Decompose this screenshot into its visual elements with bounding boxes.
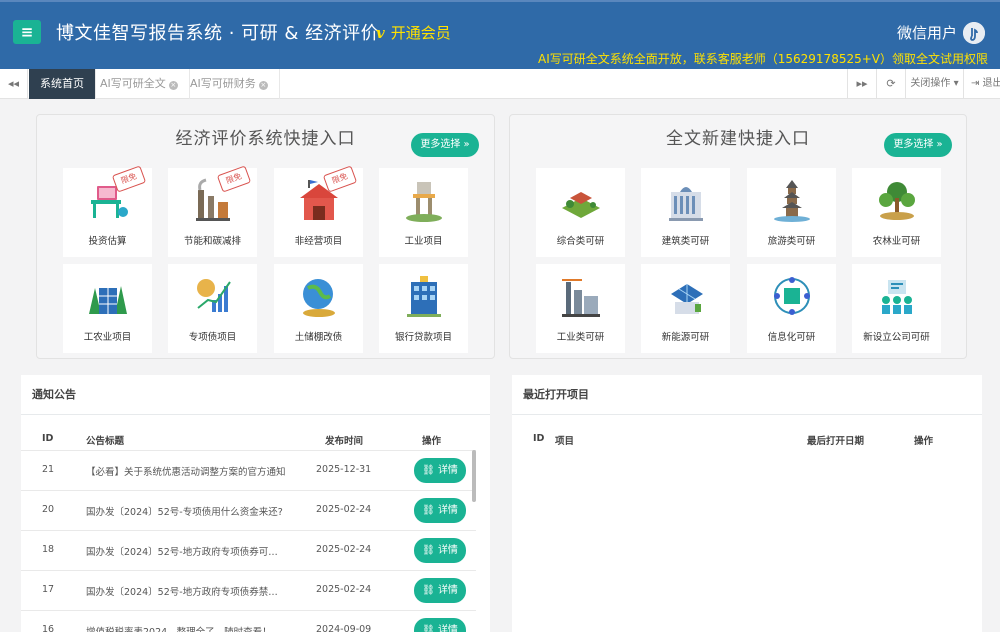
tile-industrial[interactable]: 工业类可研 [536,264,625,353]
agriculture-forestry-icon [879,182,915,220]
industrial-icon [562,279,600,317]
system-title: 博文佳智写报告系统 · 可研 & 经济评价 [56,23,380,44]
close-tab-icon[interactable]: × [168,81,178,90]
open-vip-link[interactable]: v 开通会员 [376,22,451,43]
top-header: ≡ 博文佳智写报告系统 · 可研 & 经济评价 v 开通会员 微信用户 AI写可研… [0,0,1000,69]
detail-button[interactable]: ⛓ 详情 [414,578,466,603]
recent-title: 最近打开项目 [512,375,982,415]
logout-button[interactable]: ⇥ 退出 [963,69,1000,99]
notices-col-date: 发布时间 [325,436,364,447]
tab-scroll-left-icon[interactable]: ◂◂ [0,69,28,99]
tile-comprehensive[interactable]: 综合类可研 [536,168,625,257]
econ-more-button[interactable]: 更多选择 » [411,133,479,157]
land-reserve-icon [303,279,335,317]
tile-special-bond[interactable]: 专项债项目 [168,264,257,353]
notice-title-link[interactable]: 增值税税率表2024，整理全了，随时查看！ [86,624,286,632]
free-stamp: 限免 [322,165,358,193]
tile-new-company[interactable]: 新设立公司可研 [852,264,941,353]
tile-investment-estimate[interactable]: 限免 投资估算 [63,165,152,257]
econ-evaluation-panel: 经济评价系统快捷入口 更多选择 » 限免 投资估算 限免 节能和碳减排 限免 非… [36,114,495,359]
tab-home[interactable]: 系统首页 [29,69,96,99]
table-row: 16 增值税税率表2024，整理全了，随时查看！ 2024-09-09 ⛓ 详情 [21,610,476,632]
tile-agriculture-forestry[interactable]: 农林业可研 [852,168,941,257]
tile-bank-loan[interactable]: 银行贷款项目 [379,264,468,353]
tile-non-operating-project[interactable]: 限免 非经营项目 [274,165,363,257]
tile-information[interactable]: 信息化可研 [747,264,836,353]
free-stamp: 限免 [216,165,252,193]
new-energy-icon [671,284,703,314]
comprehensive-icon [562,192,600,218]
building-icon [669,187,703,221]
table-row: 21 【必看】关于系统优惠活动调整方案的官方通知 2025-12-31 ⛓ 详情 [21,450,476,490]
refresh-icon[interactable]: ⟳ [876,69,905,99]
information-icon [774,277,810,315]
tab-bar: ◂◂ 系统首页 AI写可研全文 × AI写可研财务 × ▸▸ ⟳ 关闭操作 ▾ ⇥ … [0,69,1000,99]
tile-new-energy[interactable]: 新能源可研 [641,264,730,353]
notice-title-link[interactable]: 【必看】关于系统优惠活动调整方案的官方通知 [86,464,296,478]
full-more-button[interactable]: 更多选择 » [884,133,952,157]
notice-title-link[interactable]: 国办发〔2024〕52号-专项债用什么资金来还? [86,504,296,518]
tile-building[interactable]: 建筑类可研 [641,168,730,257]
notice-title-link[interactable]: 国办发〔2024〕52号-地方政府专项债券禁止类项目清单 [86,584,286,598]
user-name[interactable]: 微信用户 [897,22,957,43]
notices-col-id: ID [42,433,54,444]
tourism-icon [774,180,810,222]
notices-scrollbar[interactable] [472,450,476,502]
recent-col-action: 操作 [914,436,934,447]
recent-projects-card: 最近打开项目 [512,375,982,632]
notice-title-link[interactable]: 国办发〔2024〕52号-地方政府专项债券可用作项目资本金范围 [86,544,286,558]
industrial-project-icon [406,182,442,222]
recent-col-id: ID [533,433,545,444]
tile-tourism[interactable]: 旅游类可研 [747,168,836,257]
detail-button[interactable]: ⛓ 详情 [414,538,466,563]
notices-col-title: 公告标题 [86,436,125,447]
tab-ai-finance[interactable]: AI写可研财务 × [179,69,280,99]
tile-agri-industry[interactable]: 工农业项目 [63,264,152,353]
tile-energy-saving[interactable]: 限免 节能和碳减排 [168,165,257,257]
menu-toggle-button[interactable]: ≡ [13,20,41,44]
user-avatar-icon[interactable] [963,22,985,44]
tile-industrial-project[interactable]: 工业项目 [379,168,468,257]
table-row: 17 国办发〔2024〕52号-地方政府专项债券禁止类项目清单 2025-02-… [21,570,476,610]
detail-button[interactable]: ⛓ 详情 [414,498,466,523]
announcement-marquee: AI写可研全文系统全面开放，联系客服老师（15629178525+V）领取全文试… [538,52,988,66]
vip-icon: v [376,24,385,42]
free-stamp: 限免 [111,165,147,193]
table-row: 18 国办发〔2024〕52号-地方政府专项债券可用作项目资本金范围 2025-… [21,530,476,570]
special-bond-icon [197,279,231,312]
table-row: 20 国办发〔2024〕52号-专项债用什么资金来还? 2025-02-24 ⛓… [21,490,476,530]
bank-loan-icon [407,276,441,317]
recent-col-project: 项目 [555,436,575,447]
recent-col-date: 最后打开日期 [807,436,865,447]
full-text-panel: 全文新建快捷入口 更多选择 » 综合类可研 建筑类可研 旅游类可研 农林业可研 … [509,114,967,359]
agri-industry-icon [89,286,127,314]
tab-ai-full-text[interactable]: AI写可研全文 × [89,69,190,99]
close-operations-dropdown[interactable]: 关闭操作 ▾ [905,69,963,99]
detail-button[interactable]: ⛓ 详情 [414,618,466,632]
close-tab-icon[interactable]: × [258,81,268,90]
detail-button[interactable]: ⛓ 详情 [414,458,466,483]
tile-land-reserve[interactable]: 土储棚改债 [274,264,363,353]
notices-col-action: 操作 [422,436,442,447]
notices-title: 通知公告 [21,375,490,415]
tab-scroll-right-icon[interactable]: ▸▸ [847,69,876,99]
new-company-icon [882,280,912,314]
